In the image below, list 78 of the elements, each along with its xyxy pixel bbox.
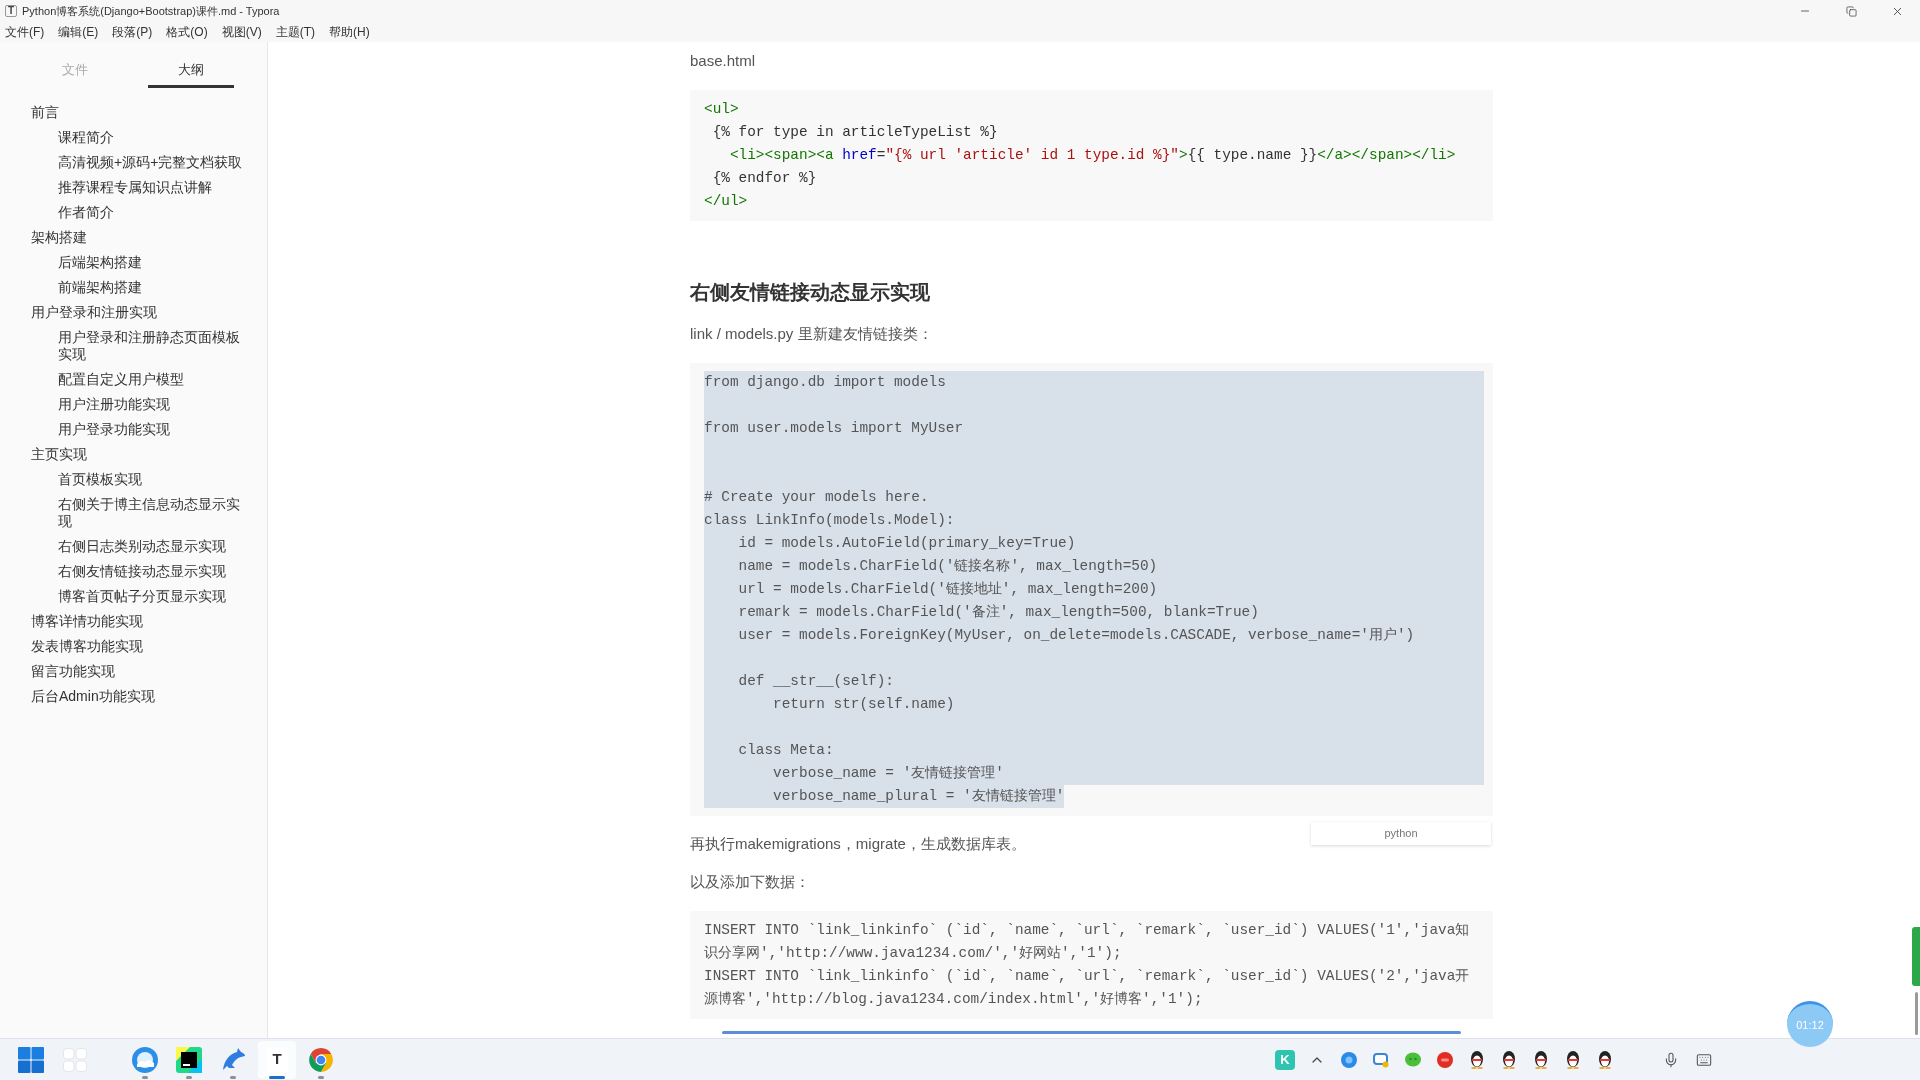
- outline-item[interactable]: 用户登录和注册实现: [31, 300, 157, 325]
- menu-item[interactable]: 帮助(H): [329, 24, 370, 40]
- paragraph: 再执行makemigrations，migrate，生成数据库表。: [690, 834, 1026, 854]
- code-line: <li><span><a href="{% url 'article' id 1 type.id %}">{{ type.name }}</a></span></li>: [728, 146, 1456, 165]
- outline-item[interactable]: 发表博客功能实现: [31, 634, 143, 659]
- language-field[interactable]: python: [1311, 822, 1491, 845]
- outline-item[interactable]: 用户注册功能实现: [58, 392, 170, 417]
- window-title: Python博客系统(Django+Bootstrap)课件.md - Typora: [22, 4, 280, 18]
- code-line: INSERT INTO `link_linkinfo` (`id`, `name`, `url`, `remark`, `user_id`) VALUES('2','java开源博客','http://blog.java1234.com/index.html','好博客','1');: [704, 967, 1471, 1009]
- paragraph: link / models.py 里新建友情链接类：: [690, 324, 933, 344]
- outline-item[interactable]: 后端架构搭建: [58, 250, 142, 275]
- menu-item[interactable]: 视图(V): [221, 24, 262, 40]
- code-line: {% for type in articleTypeList %}: [711, 123, 998, 142]
- code-line: remark = models.CharField('备注', max_length=500, blank=True): [737, 603, 1259, 622]
- terminal-app-icon[interactable]: [176, 1046, 202, 1073]
- outline-item[interactable]: 后台Admin功能实现: [31, 684, 155, 709]
- penguin-icon[interactable]: [1598, 1050, 1612, 1069]
- menu-item[interactable]: 段落(P): [112, 24, 153, 40]
- code-line: verbose_name = '友情链接管理': [772, 764, 1004, 783]
- outline-item[interactable]: 高清视频+源码+完整文档获取: [58, 150, 243, 175]
- message-icon[interactable]: [1373, 1051, 1389, 1068]
- outline-item[interactable]: 首页模板实现: [58, 467, 142, 492]
- code-line: def __str__(self):: [737, 672, 894, 691]
- paragraph: 以及添加下数据：: [690, 872, 810, 892]
- code-line: class LinkInfo(models.Model):: [704, 511, 955, 530]
- penguin-icon[interactable]: [1566, 1050, 1580, 1069]
- menu-item[interactable]: 格式(O): [166, 24, 208, 40]
- outline-item[interactable]: 推荐课程专属知识点讲解: [58, 175, 212, 200]
- restore-icon: [1845, 5, 1857, 17]
- code-line: from django.db import models: [704, 373, 946, 392]
- keyboard-icon[interactable]: [1695, 1051, 1712, 1068]
- outline-item[interactable]: 用户登录和注册静态页面模板实现: [58, 325, 249, 367]
- penguin-icon[interactable]: [1502, 1050, 1516, 1069]
- penguin-icon[interactable]: [1470, 1050, 1484, 1069]
- code-line: from user.models import MyUser: [704, 419, 964, 438]
- section-heading: 右侧友情链接动态显示实现: [690, 280, 930, 305]
- outline-item[interactable]: 配置自定义用户模型: [58, 367, 184, 392]
- outline-item[interactable]: 右侧友情链接动态显示实现: [58, 559, 226, 584]
- circle-dot-icon[interactable]: [1341, 1051, 1357, 1068]
- outline-item[interactable]: 右侧日志类别动态显示实现: [58, 534, 226, 559]
- outline-item[interactable]: 作者简介: [58, 200, 114, 225]
- chat-icon[interactable]: [1405, 1051, 1421, 1068]
- code-line: </ul>: [704, 192, 748, 211]
- outline-item[interactable]: 留言功能实现: [31, 659, 115, 684]
- outline-item[interactable]: 博客详情功能实现: [31, 609, 143, 634]
- menu-item[interactable]: 主题(T): [275, 24, 315, 40]
- code-line: {% endfor %}: [711, 169, 817, 188]
- letter-app-icon[interactable]: T: [266, 1047, 288, 1072]
- code-line: id = models.AutoField(primary_key=True): [737, 534, 1076, 553]
- code-line: return str(self.name): [772, 695, 955, 714]
- outline-item[interactable]: 前端架构搭建: [58, 275, 142, 300]
- code-line: name = models.CharField('链接名称', max_length=50): [737, 557, 1158, 576]
- outline-item[interactable]: 前言: [31, 100, 59, 125]
- outline-item[interactable]: 课程简介: [58, 125, 114, 150]
- menu-item[interactable]: 编辑(E): [58, 24, 99, 40]
- app-logo: T: [5, 5, 17, 17]
- code-line: class Meta:: [737, 741, 834, 760]
- sidebar-tab[interactable]: 大纲: [148, 54, 234, 88]
- code-line: INSERT INTO `link_linkinfo` (`id`, `name`, `url`, `remark`, `user_id`) VALUES('1','java知识分享网','http://www.java1234.com/','好网站','1');: [704, 921, 1471, 963]
- no-entry-icon[interactable]: [1437, 1051, 1453, 1068]
- taskbar-button[interactable]: T: [258, 1040, 296, 1079]
- chrome-icon[interactable]: [308, 1046, 334, 1073]
- code-line: # Create your models here.: [704, 488, 929, 507]
- paragraph: base.html: [690, 51, 756, 71]
- outline-item[interactable]: 右侧关于博主信息动态显示实现: [58, 492, 249, 534]
- outline-item[interactable]: 主页实现: [31, 442, 87, 467]
- menu-item[interactable]: 文件(F): [5, 24, 45, 40]
- outline-item[interactable]: 架构搭建: [31, 225, 87, 250]
- code-line: <ul>: [704, 100, 739, 119]
- start-icon[interactable]: [18, 1046, 44, 1073]
- cloud-circle-icon[interactable]: [132, 1046, 158, 1073]
- outline-item[interactable]: 用户登录功能实现: [58, 417, 170, 442]
- outline-item[interactable]: 博客首页帖子分页显示实现: [58, 584, 226, 609]
- dolphin-icon[interactable]: [220, 1046, 246, 1073]
- code-line: user = models.ForeignKey(MyUser, on_delete=models.CASCADE, verbose_name='用户'): [737, 626, 1415, 645]
- penguin-icon[interactable]: [1534, 1050, 1548, 1069]
- code-line: url = models.CharField('链接地址', max_length=200): [737, 580, 1158, 599]
- scrollbar-thumb[interactable]: [1915, 992, 1918, 1035]
